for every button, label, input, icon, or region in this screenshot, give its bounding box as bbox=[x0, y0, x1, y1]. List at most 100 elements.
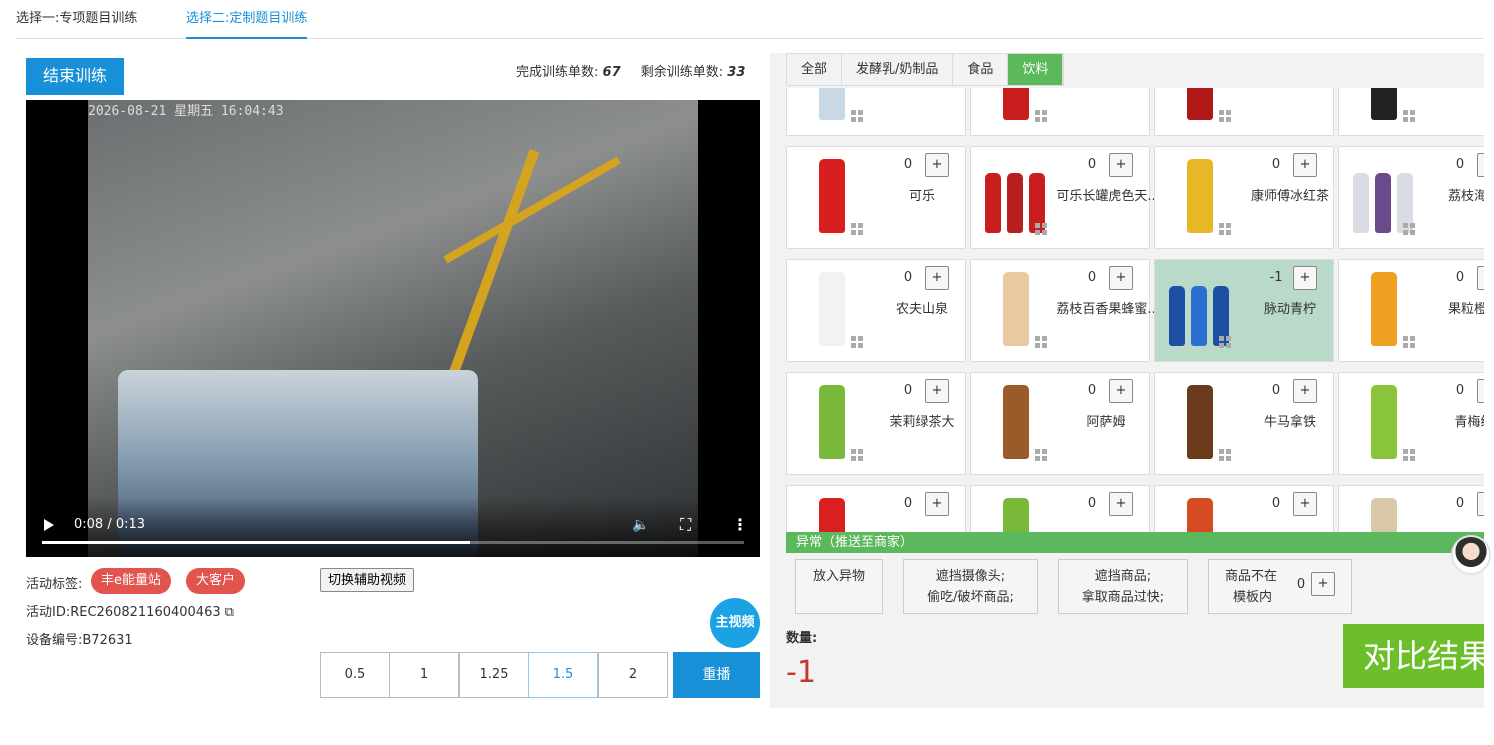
speed-button[interactable]: 0.5 bbox=[320, 652, 390, 698]
product-card[interactable] bbox=[970, 88, 1150, 136]
video-progress-bar[interactable] bbox=[42, 541, 744, 544]
product-card[interactable]: 0 + 牛马拿铁 bbox=[1154, 372, 1334, 475]
end-training-button[interactable]: 结束训练 bbox=[26, 58, 124, 95]
tab-food[interactable]: 食品 bbox=[953, 54, 1009, 85]
volume-icon[interactable]: 🔈 bbox=[632, 517, 649, 533]
copy-icon[interactable]: ⧉ bbox=[225, 605, 234, 620]
product-qty: -1 bbox=[1269, 270, 1283, 285]
anomaly-not-in-template-button[interactable]: 商品不在 模板内 0 + bbox=[1208, 559, 1352, 614]
plus-button[interactable]: + bbox=[1477, 379, 1484, 403]
grid-icon[interactable] bbox=[1035, 449, 1047, 461]
product-card[interactable]: 0 + 果粒橙金 bbox=[1338, 259, 1484, 362]
plus-button[interactable]: + bbox=[1109, 492, 1133, 516]
bottle-shape bbox=[1187, 159, 1213, 233]
anomaly-plus-button[interactable]: + bbox=[1311, 572, 1335, 596]
grid-icon[interactable] bbox=[1403, 336, 1415, 348]
speed-button[interactable]: 1.25 bbox=[459, 652, 529, 698]
main-video-button[interactable]: 主视频 bbox=[710, 598, 760, 648]
tab-all[interactable]: 全部 bbox=[787, 54, 843, 85]
product-name: 脉动青柠 bbox=[1263, 302, 1316, 317]
switch-aux-video-button[interactable]: 切换辅助视频 bbox=[320, 568, 415, 592]
product-card[interactable]: 0 + 可乐长罐虎色天.. bbox=[970, 146, 1156, 249]
product-card[interactable] bbox=[1154, 88, 1334, 136]
assistant-avatar[interactable] bbox=[1451, 535, 1491, 575]
product-card[interactable]: 0 + 茉莉绿茶大 bbox=[786, 372, 966, 475]
bottle-shape bbox=[1169, 286, 1185, 346]
product-card[interactable]: 0+ bbox=[1338, 485, 1484, 532]
product-card[interactable]: 0 + 青梅绿 bbox=[1338, 372, 1484, 475]
plus-button[interactable]: + bbox=[1477, 492, 1484, 516]
product-card[interactable]: 0 + 农夫山泉 bbox=[786, 259, 966, 362]
more-options-icon[interactable]: ⋮ bbox=[732, 515, 748, 534]
product-card[interactable]: -1 + 脉动青柠 bbox=[1154, 259, 1334, 362]
anomaly-foreign-object-button[interactable]: 放入异物 bbox=[795, 559, 883, 614]
speed-button[interactable]: 1.5 bbox=[528, 652, 598, 698]
product-card[interactable]: 0 + 可乐 bbox=[786, 146, 966, 249]
play-icon[interactable] bbox=[44, 519, 54, 531]
grid-icon[interactable] bbox=[851, 110, 863, 122]
plus-button[interactable]: + bbox=[925, 153, 949, 177]
tab-dairy[interactable]: 发酵乳/奶制品 bbox=[842, 54, 954, 85]
product-card[interactable]: 0 + 荔枝百香果蜂蜜.. bbox=[970, 259, 1156, 362]
video-timecode: 0:08 / 0:13 bbox=[74, 517, 146, 532]
product-name: 农夫山泉 bbox=[895, 302, 948, 317]
grid-icon[interactable] bbox=[1219, 449, 1231, 461]
product-qty: 0 bbox=[903, 383, 913, 398]
replay-button[interactable]: 重播 bbox=[673, 652, 760, 698]
grid-icon[interactable] bbox=[1035, 110, 1047, 122]
bottle-shape bbox=[1003, 88, 1029, 120]
grid-icon[interactable] bbox=[851, 336, 863, 348]
anomaly-product-block-button[interactable]: 遮挡商品; 拿取商品过快; bbox=[1058, 559, 1188, 614]
top-tabs: 选择一:专项题目训练 选择二:定制题目训练 bbox=[16, 0, 1484, 39]
product-card[interactable]: 0 + 阿萨姆 bbox=[970, 372, 1150, 475]
grid-icon[interactable] bbox=[1219, 336, 1231, 348]
bottle-shape bbox=[1375, 173, 1391, 233]
product-card[interactable]: 0 + 荔枝海盐 bbox=[1338, 146, 1484, 249]
anomaly-line1: 遮挡商品; bbox=[1094, 569, 1152, 584]
product-card[interactable]: 0 + 康师傅冰红茶 bbox=[1154, 146, 1334, 249]
product-qty: 0 bbox=[903, 496, 913, 511]
grid-icon[interactable] bbox=[1035, 223, 1047, 235]
plus-button[interactable]: + bbox=[1293, 153, 1317, 177]
tab-special-training[interactable]: 选择一:专项题目训练 bbox=[16, 10, 137, 28]
product-card[interactable]: 0+ bbox=[786, 485, 966, 532]
quantity-value: -1 bbox=[786, 655, 816, 690]
plus-button[interactable]: + bbox=[1109, 153, 1133, 177]
plus-button[interactable]: + bbox=[1109, 379, 1133, 403]
tab-drinks[interactable]: 饮料 bbox=[1008, 54, 1064, 85]
grid-icon[interactable] bbox=[851, 449, 863, 461]
grid-icon[interactable] bbox=[1219, 223, 1231, 235]
grid-icon[interactable] bbox=[1403, 110, 1415, 122]
grid-icon[interactable] bbox=[1219, 110, 1231, 122]
bottle-shape bbox=[1003, 385, 1029, 459]
compare-result-button[interactable]: 对比结果 bbox=[1343, 624, 1484, 688]
product-card[interactable] bbox=[786, 88, 966, 136]
speed-button[interactable]: 2 bbox=[598, 652, 668, 698]
plus-button[interactable]: + bbox=[925, 379, 949, 403]
product-name: 茉莉绿茶大 bbox=[889, 415, 955, 430]
speed-button[interactable]: 1 bbox=[389, 652, 459, 698]
product-qty: 0 bbox=[1271, 157, 1281, 172]
product-card[interactable] bbox=[1338, 88, 1484, 136]
product-qty: 0 bbox=[903, 270, 913, 285]
fullscreen-icon[interactable]: ⛶ bbox=[680, 515, 691, 535]
video-player[interactable]: 2026-08-21 星期五 16:04:43 0:08 / 0:13 🔈 ⛶ … bbox=[26, 100, 760, 557]
plus-button[interactable]: + bbox=[925, 266, 949, 290]
grid-icon[interactable] bbox=[1403, 223, 1415, 235]
product-qty: 0 bbox=[1455, 496, 1465, 511]
plus-button[interactable]: + bbox=[1477, 266, 1484, 290]
plus-button[interactable]: + bbox=[1293, 492, 1317, 516]
plus-button[interactable]: + bbox=[1477, 153, 1484, 177]
grid-icon[interactable] bbox=[1035, 336, 1047, 348]
anomaly-camera-block-button[interactable]: 遮挡摄像头; 偷吃/破坏商品; bbox=[903, 559, 1038, 614]
tab-custom-training[interactable]: 选择二:定制题目训练 bbox=[186, 10, 308, 39]
grid-icon[interactable] bbox=[1403, 449, 1415, 461]
product-card[interactable]: 0+ bbox=[970, 485, 1150, 532]
grid-icon[interactable] bbox=[851, 223, 863, 235]
plus-button[interactable]: + bbox=[1109, 266, 1133, 290]
plus-button[interactable]: + bbox=[1293, 266, 1317, 290]
video-progress-fill bbox=[42, 541, 471, 544]
product-card[interactable]: 0+ bbox=[1154, 485, 1334, 532]
plus-button[interactable]: + bbox=[925, 492, 949, 516]
plus-button[interactable]: + bbox=[1293, 379, 1317, 403]
